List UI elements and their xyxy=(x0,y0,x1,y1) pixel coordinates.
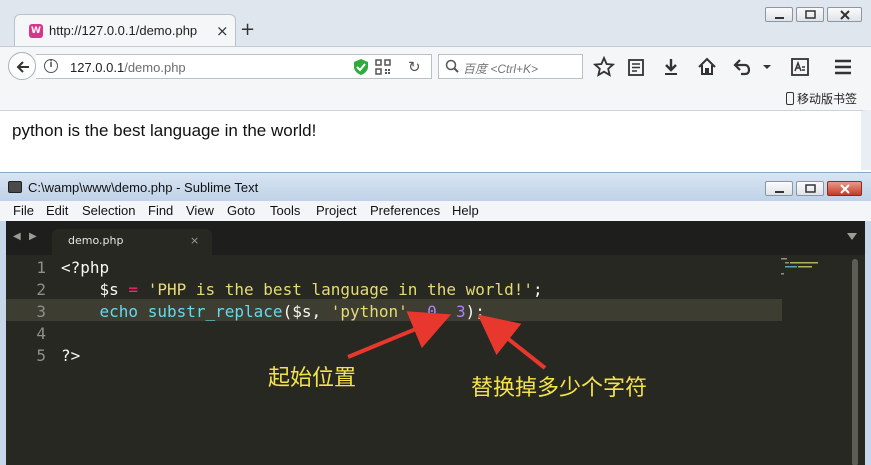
shield-icon[interactable] xyxy=(353,58,369,76)
sublime-window: C:\wamp\www\demo.php - Sublime Text File… xyxy=(0,172,871,465)
annotation-arrows xyxy=(347,311,547,370)
undo-icon[interactable] xyxy=(731,56,753,78)
chevron-down-icon[interactable] xyxy=(760,56,774,78)
info-icon[interactable]: i xyxy=(44,59,58,73)
url-bar[interactable]: i 127.0.0.1/demo.php ↻ xyxy=(36,54,432,79)
page-output-text: python is the best language in the world… xyxy=(12,121,317,140)
bookmarks-toolbar: 移动版书签 xyxy=(0,86,871,110)
reload-icon[interactable]: ↻ xyxy=(408,58,421,76)
browser-window: W http://127.0.0.1/demo.php × + i 127.0.… xyxy=(0,0,871,170)
search-placeholder: 百度 <Ctrl+K> xyxy=(463,62,539,76)
url-host: 127.0.0.1 xyxy=(70,60,125,75)
reader-list-icon[interactable] xyxy=(625,56,647,78)
back-button[interactable] xyxy=(8,52,36,80)
browser-titlebar: W http://127.0.0.1/demo.php × + xyxy=(0,0,871,46)
tab-close-icon[interactable]: × xyxy=(216,22,229,40)
mobile-bookmarks-button[interactable]: 移动版书签 xyxy=(785,90,857,107)
phone-icon xyxy=(785,92,794,105)
replace-count-arrow xyxy=(477,314,547,370)
browser-tab[interactable]: W http://127.0.0.1/demo.php × xyxy=(14,14,236,46)
reader-view-icon[interactable] xyxy=(789,56,811,78)
url-text[interactable]: 127.0.0.1/demo.php xyxy=(70,60,186,75)
new-tab-icon[interactable]: + xyxy=(240,19,255,40)
home-icon[interactable] xyxy=(696,56,718,78)
navigation-toolbar: i 127.0.0.1/demo.php ↻ 百度 <Ctrl+K> xyxy=(0,46,871,86)
close-window-button[interactable] xyxy=(827,7,862,22)
back-icon xyxy=(16,61,29,73)
hamburger-menu-icon[interactable] xyxy=(832,56,854,78)
start-position-arrow xyxy=(347,311,452,359)
page-content: python is the best language in the world… xyxy=(0,110,866,170)
url-path: /demo.php xyxy=(124,60,186,75)
minimize-button[interactable] xyxy=(765,7,793,22)
wamp-favicon-icon: W xyxy=(29,24,43,38)
star-icon[interactable] xyxy=(593,56,615,78)
search-input[interactable]: 百度 <Ctrl+K> xyxy=(438,54,583,79)
qr-code-icon[interactable] xyxy=(375,59,391,75)
download-icon[interactable] xyxy=(660,56,682,78)
tab-title: http://127.0.0.1/demo.php xyxy=(49,23,198,38)
maximize-button[interactable] xyxy=(796,7,824,22)
mobile-bookmarks-label: 移动版书签 xyxy=(796,92,857,106)
search-icon xyxy=(445,59,459,73)
